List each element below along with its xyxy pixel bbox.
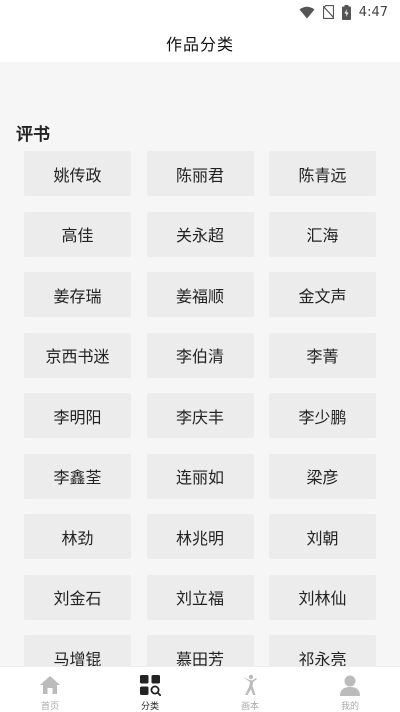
section-title: 评书 [16, 125, 50, 145]
category-item[interactable]: 李伯清 [146, 332, 254, 378]
nav-category-label: 分类 [140, 702, 159, 712]
nav-home[interactable]: 首页 [0, 667, 100, 712]
category-grid: 姚传政 陈丽君 陈青远 高佳 关永超 汇海 姜存瑞 姜福顺 金文声 京西书迷 李… [24, 151, 376, 666]
dancer-icon [240, 673, 260, 697]
category-item[interactable]: 祁永亮 [269, 635, 376, 666]
category-item[interactable]: 陈丽君 [146, 151, 254, 196]
category-item[interactable]: 慕田芳 [146, 635, 254, 666]
nav-profile[interactable]: 我的 [300, 667, 400, 712]
status-time: 4:47 [358, 4, 388, 20]
status-bar: 4:47 [0, 0, 400, 24]
user-icon [339, 673, 361, 697]
category-item[interactable]: 刘立福 [146, 574, 254, 620]
category-item[interactable]: 陈青远 [269, 151, 376, 196]
category-item[interactable]: 京西书迷 [24, 332, 131, 378]
content-area[interactable]: 评书 姚传政 陈丽君 陈青远 高佳 关永超 汇海 姜存瑞 姜福顺 金文声 京西书… [0, 62, 400, 666]
category-icon [139, 673, 161, 697]
category-item[interactable]: 李鑫荃 [24, 453, 131, 499]
nav-picture-book[interactable]: 画本 [200, 667, 300, 712]
category-item[interactable]: 梁彦 [269, 453, 376, 499]
category-item[interactable]: 汇海 [269, 211, 376, 257]
category-item[interactable]: 李明阳 [24, 393, 131, 438]
nav-picture-book-label: 画本 [240, 702, 259, 712]
category-item[interactable]: 金文声 [269, 272, 376, 317]
wifi-icon [299, 6, 315, 19]
header: 作品分类 [0, 24, 400, 62]
category-item[interactable]: 马增锟 [24, 635, 131, 666]
category-item[interactable]: 李少鹏 [269, 393, 376, 438]
no-sim-icon [322, 5, 334, 19]
category-item[interactable]: 刘朝 [269, 514, 376, 559]
home-icon [39, 673, 61, 697]
category-item[interactable]: 姜福顺 [146, 272, 254, 317]
page-title: 作品分类 [165, 35, 234, 54]
category-item[interactable]: 刘林仙 [269, 574, 376, 620]
nav-home-label: 首页 [40, 702, 59, 712]
nav-category[interactable]: 分类 [100, 667, 200, 712]
bottom-nav: 首页 分类 画本 我的 [0, 666, 400, 712]
category-item[interactable]: 林劲 [24, 514, 131, 559]
category-item[interactable]: 姚传政 [24, 151, 131, 196]
category-item[interactable]: 高佳 [24, 211, 131, 257]
category-item[interactable]: 李庆丰 [146, 393, 254, 438]
category-item[interactable]: 李菁 [269, 332, 376, 378]
category-item[interactable]: 关永超 [146, 211, 254, 257]
category-item[interactable]: 刘金石 [24, 574, 131, 620]
category-item[interactable]: 连丽如 [146, 453, 254, 499]
nav-profile-label: 我的 [340, 702, 359, 712]
category-item[interactable]: 姜存瑞 [24, 272, 131, 317]
battery-icon [341, 4, 351, 20]
category-item[interactable]: 林兆明 [146, 514, 254, 559]
